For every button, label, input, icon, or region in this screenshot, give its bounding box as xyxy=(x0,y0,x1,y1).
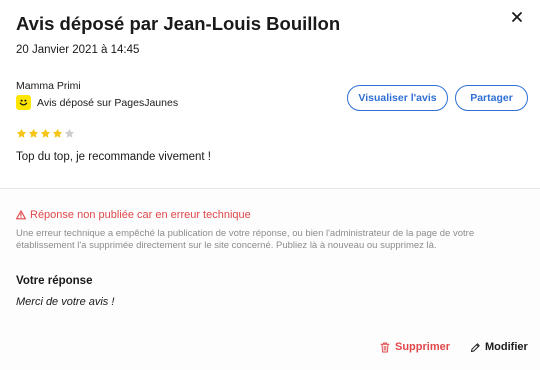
pencil-icon xyxy=(471,342,480,352)
view-review-button[interactable]: Visualiser l'avis xyxy=(347,85,448,111)
close-button[interactable] xyxy=(508,8,526,26)
delete-button[interactable]: Supprimer xyxy=(380,341,450,353)
review-modal: Avis déposé par Jean-Louis Bouillon 20 J… xyxy=(0,0,540,370)
delete-label: Supprimer xyxy=(395,341,451,353)
warning-icon xyxy=(16,210,26,220)
error-title: Réponse non publiée car en erreur techni… xyxy=(30,209,251,221)
review-source-label: Avis déposé sur PagesJaunes xyxy=(37,96,179,109)
star-empty-icon xyxy=(64,128,75,138)
close-icon xyxy=(512,12,522,22)
star-filled-icon xyxy=(40,128,51,138)
reply-label: Votre réponse xyxy=(16,275,93,287)
trash-icon xyxy=(380,342,390,352)
star-rating xyxy=(16,128,75,139)
review-date: 20 Janvier 2021 à 14:45 xyxy=(16,44,140,56)
modal-title: Avis déposé par Jean-Louis Bouillon xyxy=(16,13,341,34)
star-filled-icon xyxy=(28,128,39,138)
error-description: Une erreur technique a empêché la public… xyxy=(16,228,475,251)
review-comment: Top du top, je recommande vivement ! xyxy=(16,151,211,163)
edit-label: Modifier xyxy=(485,341,528,353)
star-filled-icon xyxy=(52,128,63,138)
share-button[interactable]: Partager xyxy=(455,85,528,111)
error-banner: Réponse non publiée car en erreur techni… xyxy=(16,209,251,221)
reply-text: Merci de votre avis ! xyxy=(16,296,115,308)
star-filled-icon xyxy=(16,128,27,138)
edit-button[interactable]: Modifier xyxy=(470,341,528,353)
business-name: Mamma Primi xyxy=(16,80,81,92)
pagesjaunes-logo-icon xyxy=(16,95,31,110)
review-source: Avis déposé sur PagesJaunes xyxy=(16,95,178,110)
